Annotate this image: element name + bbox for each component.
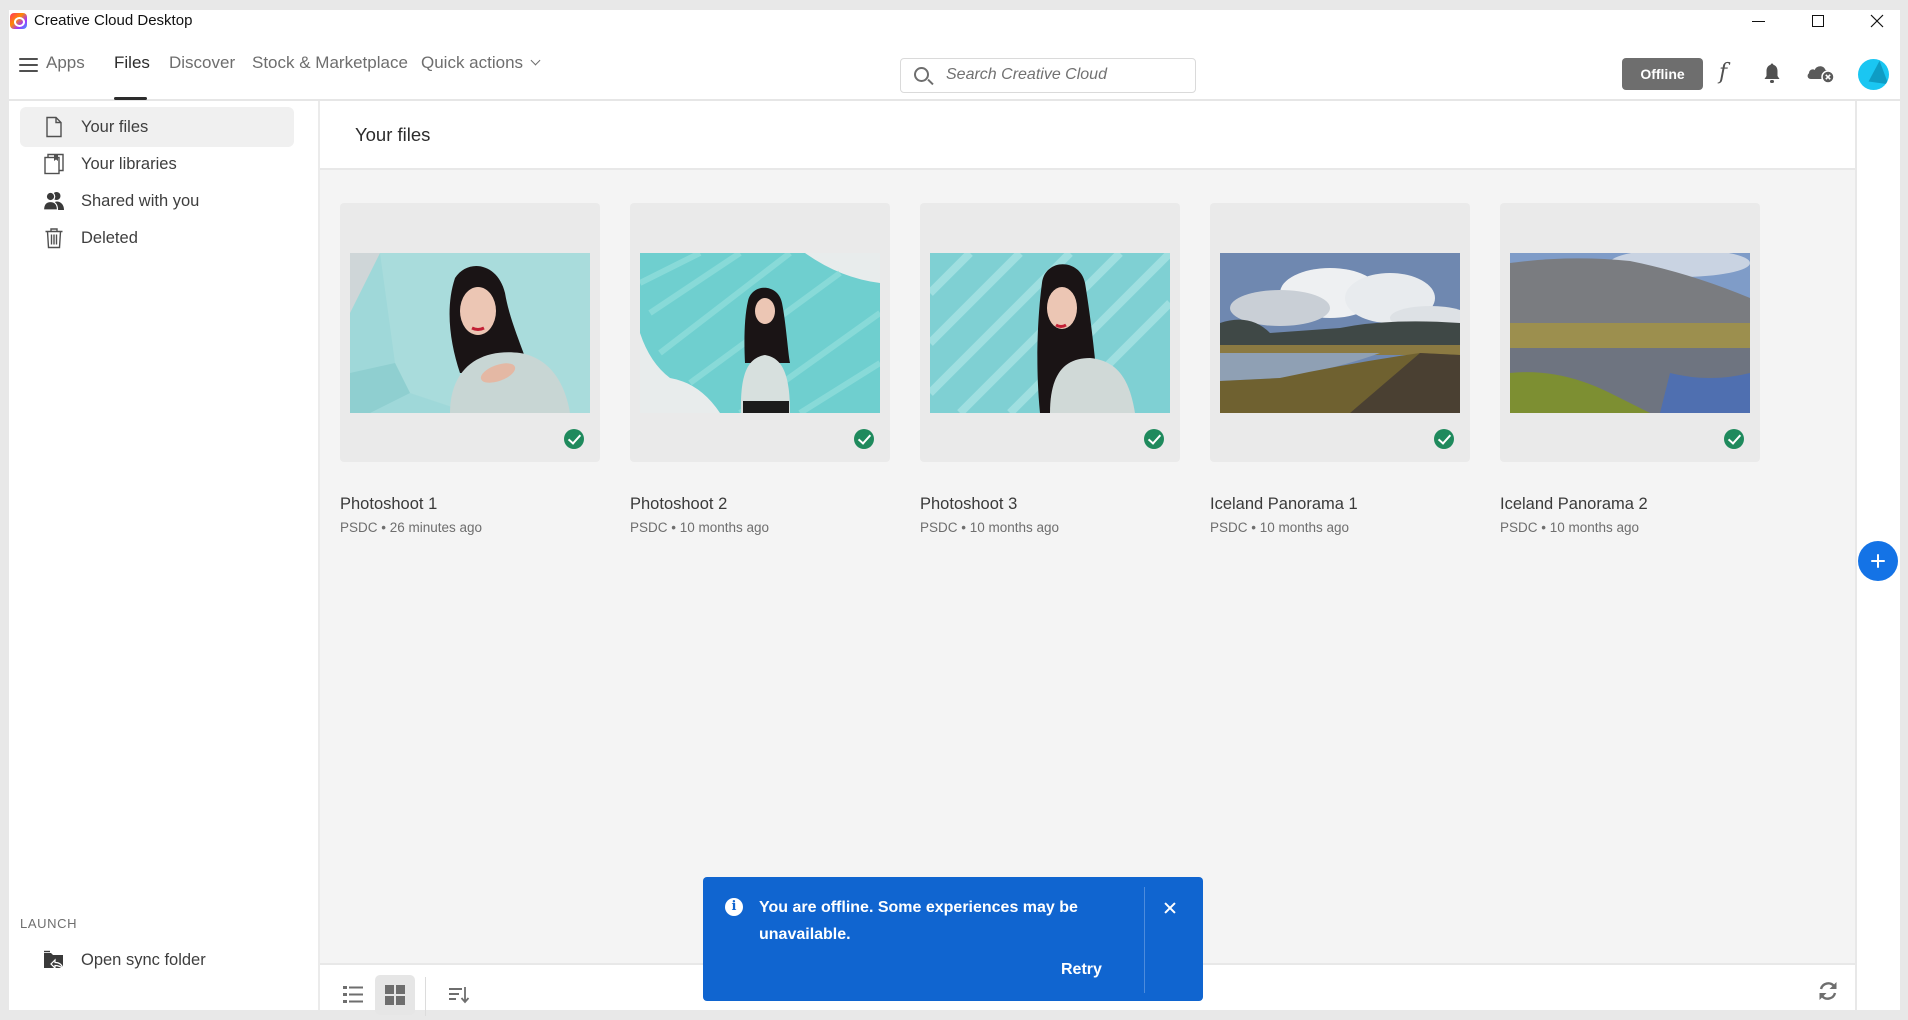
main-header: Your files	[320, 101, 1855, 170]
synced-check-icon	[1724, 429, 1744, 449]
minimize-button[interactable]	[1735, 10, 1781, 32]
file-name[interactable]: Photoshoot 3	[920, 495, 1017, 514]
launch-section-label: LAUNCH	[20, 916, 78, 931]
search-input[interactable]: Search Creative Cloud	[900, 58, 1196, 93]
sidebar-item-shared-with-you[interactable]: Shared with you	[20, 181, 294, 221]
offline-status-button[interactable]: Offline	[1622, 58, 1703, 90]
list-view-icon	[343, 986, 363, 1003]
file-thumbnail[interactable]	[630, 203, 890, 462]
window-title: Creative Cloud Desktop	[34, 12, 193, 29]
toast-message: You are offline. Some experiences may be…	[759, 899, 1078, 943]
close-icon	[1870, 14, 1884, 28]
file-thumbnail[interactable]	[1500, 203, 1760, 462]
synced-check-icon	[564, 429, 584, 449]
tab-quick-actions[interactable]: Quick actions	[421, 53, 541, 73]
launch-item-label: Open sync folder	[81, 950, 206, 969]
file-thumbnail[interactable]	[340, 203, 600, 462]
top-nav: Apps Files Discover Stock & Marketplace …	[9, 32, 1900, 101]
synced-check-icon	[1144, 429, 1164, 449]
sort-button[interactable]	[439, 975, 479, 1015]
list-view-button[interactable]	[333, 975, 373, 1015]
sort-icon	[449, 987, 470, 1004]
file-card[interactable]: Photoshoot 2 PSDC • 10 months ago	[630, 203, 890, 535]
file-meta: PSDC • 10 months ago	[1500, 520, 1640, 535]
trash-icon	[45, 228, 63, 249]
file-name[interactable]: Photoshoot 2	[630, 495, 727, 514]
sidebar-item-label: Shared with you	[81, 191, 200, 210]
file-name[interactable]: Photoshoot 1	[340, 495, 437, 514]
sidebar-item-your-libraries[interactable]: Your libraries	[20, 144, 294, 184]
libraries-icon	[44, 153, 64, 175]
tab-files[interactable]: Files	[114, 53, 150, 73]
iceland-panorama-2-image	[1510, 253, 1750, 413]
file-meta: PSDC • 26 minutes ago	[340, 520, 483, 535]
sync-folder-icon	[44, 950, 64, 970]
main-content: Your files Photoshoot 1 PSDC • 26 minute…	[320, 101, 1855, 1016]
creative-cloud-logo-icon	[10, 13, 27, 29]
file-thumbnail[interactable]	[1210, 203, 1470, 462]
bell-icon[interactable]	[1762, 62, 1782, 84]
tab-apps[interactable]: Apps	[46, 53, 85, 73]
file-meta: PSDC • 10 months ago	[630, 520, 770, 535]
synced-check-icon	[854, 429, 874, 449]
sidebar-item-deleted[interactable]: Deleted	[20, 218, 294, 258]
sidebar-item-your-files[interactable]: Your files	[20, 107, 294, 147]
sidebar: Your files Your libraries Shared with yo…	[9, 101, 320, 1010]
open-sync-folder-button[interactable]: Open sync folder	[20, 940, 294, 980]
file-meta: PSDC • 10 months ago	[920, 520, 1060, 535]
info-icon: i	[725, 898, 743, 916]
maximize-icon	[1812, 15, 1824, 27]
grid-view-button[interactable]	[375, 975, 415, 1015]
sidebar-item-label: Your libraries	[81, 154, 177, 173]
chevron-down-icon	[530, 55, 541, 66]
avatar[interactable]	[1858, 59, 1889, 90]
search-placeholder: Search Creative Cloud	[946, 66, 1107, 83]
photoshoot-3-image	[930, 253, 1170, 413]
refresh-icon[interactable]	[1817, 980, 1839, 1002]
quick-actions-label: Quick actions	[421, 53, 524, 72]
photoshoot-1-image	[350, 253, 590, 413]
file-thumbnail[interactable]	[920, 203, 1180, 462]
grid-view-icon	[385, 985, 405, 1005]
file-card[interactable]: Iceland Panorama 2 PSDC • 10 months ago	[1500, 203, 1760, 535]
maximize-button[interactable]	[1795, 10, 1841, 32]
file-card[interactable]: Photoshoot 1 PSDC • 26 minutes ago	[340, 203, 600, 535]
toolbar-divider	[425, 977, 426, 1016]
add-button[interactable]	[1858, 541, 1898, 581]
file-meta: PSDC • 10 months ago	[1210, 520, 1350, 535]
close-button[interactable]	[1854, 10, 1900, 32]
minimize-icon	[1751, 20, 1765, 22]
search-icon	[914, 67, 929, 82]
menu-icon[interactable]	[19, 58, 38, 72]
toast-close-button[interactable]	[1158, 895, 1184, 921]
page-title: Your files	[355, 124, 431, 145]
sidebar-item-label: Your files	[81, 117, 149, 136]
title-bar: Creative Cloud Desktop	[9, 10, 1900, 32]
retry-button[interactable]: Retry	[1061, 961, 1102, 979]
file-card[interactable]: Iceland Panorama 1 PSDC • 10 months ago	[1210, 203, 1470, 535]
photoshoot-2-image	[640, 253, 880, 413]
cloud-offline-icon[interactable]	[1806, 62, 1836, 84]
file-name[interactable]: Iceland Panorama 2	[1500, 495, 1648, 514]
app-window: Creative Cloud Desktop Apps Files Discov…	[9, 10, 1900, 1016]
file-icon	[46, 116, 62, 138]
offline-toast: i You are offline. Some experiences may …	[703, 877, 1203, 1001]
toast-divider	[1144, 887, 1145, 993]
file-card[interactable]: Photoshoot 3 PSDC • 10 months ago	[920, 203, 1180, 535]
active-tab-indicator	[114, 97, 147, 100]
file-name[interactable]: Iceland Panorama 1	[1210, 495, 1358, 514]
fonts-icon[interactable]: f	[1719, 60, 1727, 85]
tab-stock-marketplace[interactable]: Stock & Marketplace	[252, 53, 408, 73]
iceland-panorama-1-image	[1220, 253, 1460, 413]
sidebar-item-label: Deleted	[81, 228, 138, 247]
synced-check-icon	[1434, 429, 1454, 449]
people-icon	[43, 191, 64, 211]
tab-discover[interactable]: Discover	[169, 53, 235, 73]
